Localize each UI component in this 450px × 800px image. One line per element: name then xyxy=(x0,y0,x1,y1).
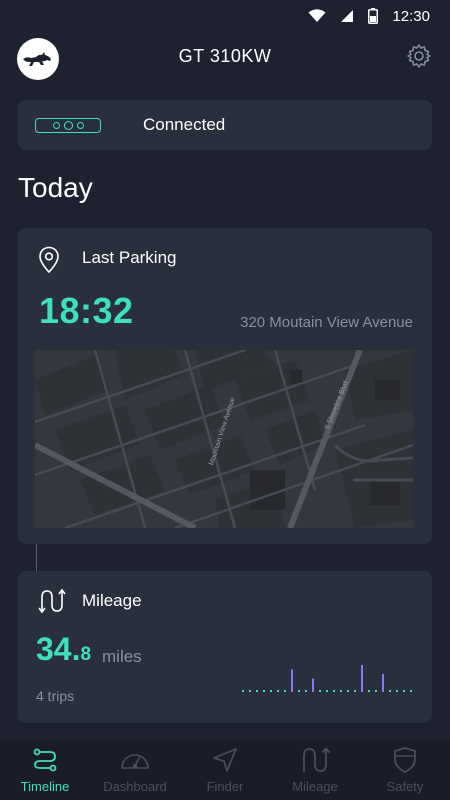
nav-item-dashboard[interactable]: Dashboard xyxy=(90,740,180,800)
sparkline-bar xyxy=(263,690,265,692)
sparkline-bar xyxy=(410,690,412,692)
vehicle-title: GT 310KW xyxy=(178,46,272,66)
sparkline-bar xyxy=(256,690,258,692)
sparkline-bar xyxy=(312,678,314,692)
nav-label-dashboard: Dashboard xyxy=(103,779,167,794)
sparkline-bar xyxy=(396,690,398,692)
timeline-connector xyxy=(36,544,37,571)
location-pin-icon xyxy=(39,246,59,274)
mileage-card[interactable]: Mileage 34.8 miles 4 trips xyxy=(18,571,432,723)
sparkline-bar xyxy=(333,690,335,692)
sparkline-bar xyxy=(249,690,251,692)
sparkline-bar xyxy=(270,690,272,692)
sparkline-bar xyxy=(354,690,356,692)
mileage-sparkline xyxy=(242,665,412,692)
section-title: Today xyxy=(18,172,93,203)
nav-item-timeline[interactable]: Timeline xyxy=(0,740,90,800)
mileage-icon xyxy=(303,747,330,772)
timeline-icon xyxy=(33,748,57,772)
sparkline-bar xyxy=(319,690,321,692)
connection-status: Connected xyxy=(143,115,226,134)
last-parking-card[interactable]: Last Parking 18:32 320 Moutain View Aven… xyxy=(18,228,432,544)
nav-label-safety: Safety xyxy=(386,779,424,794)
parking-title: Last Parking xyxy=(82,248,177,267)
parking-map[interactable]: Mountain View Avenue S Shoreline Blvd xyxy=(35,350,413,528)
nav-label-mileage: Mileage xyxy=(292,779,338,794)
nav-item-safety[interactable]: Safety xyxy=(360,740,450,800)
signal-icon xyxy=(341,10,354,22)
sparkline-bar xyxy=(361,665,363,692)
sparkline-bar xyxy=(389,690,391,692)
gear-icon[interactable] xyxy=(406,43,432,69)
obd-device-icon xyxy=(35,117,101,133)
sparkline-bar xyxy=(403,690,405,692)
status-time: 12:30 xyxy=(392,7,430,25)
nav-label-finder: Finder xyxy=(206,779,244,794)
safety-icon xyxy=(394,747,416,773)
app-header: GT 310KW xyxy=(0,32,450,84)
sparkline-bar xyxy=(298,690,300,692)
mileage-arrows-icon xyxy=(38,588,66,614)
mileage-value: 34.8 xyxy=(36,631,91,668)
sparkline-bar xyxy=(375,690,377,692)
bottom-nav: Timeline Dashboard Finder Mileage Safety xyxy=(0,740,450,800)
nav-item-mileage[interactable]: Mileage xyxy=(270,740,360,800)
sparkline-bar xyxy=(326,690,328,692)
sparkline-bar xyxy=(340,690,342,692)
wifi-icon xyxy=(308,9,326,22)
battery-icon xyxy=(368,8,379,24)
sparkline-bar xyxy=(368,690,370,692)
mileage-value-int: 34. xyxy=(36,631,81,667)
sparkline-bar xyxy=(291,669,293,692)
map-graphic xyxy=(35,350,413,528)
mileage-trips: 4 trips xyxy=(36,688,75,704)
parking-address: 320 Moutain View Avenue xyxy=(240,314,413,331)
sparkline-bar xyxy=(277,690,279,692)
sparkline-bar xyxy=(242,690,244,692)
sparkline-bar xyxy=(284,690,286,692)
mileage-value-dec: 8 xyxy=(80,644,92,665)
parking-time: 18:32 xyxy=(39,290,134,331)
finder-icon xyxy=(213,748,237,772)
mileage-title: Mileage xyxy=(82,591,142,610)
sparkline-bar xyxy=(347,690,349,692)
sparkline-bar xyxy=(305,690,307,692)
connection-card[interactable]: Connected xyxy=(18,100,432,150)
dashboard-icon xyxy=(121,754,149,769)
sparkline-bar xyxy=(382,674,384,692)
nav-label-timeline: Timeline xyxy=(20,779,70,794)
mileage-unit: miles xyxy=(102,647,142,666)
nav-item-finder[interactable]: Finder xyxy=(180,740,270,800)
status-bar: 12:30 xyxy=(0,0,450,32)
